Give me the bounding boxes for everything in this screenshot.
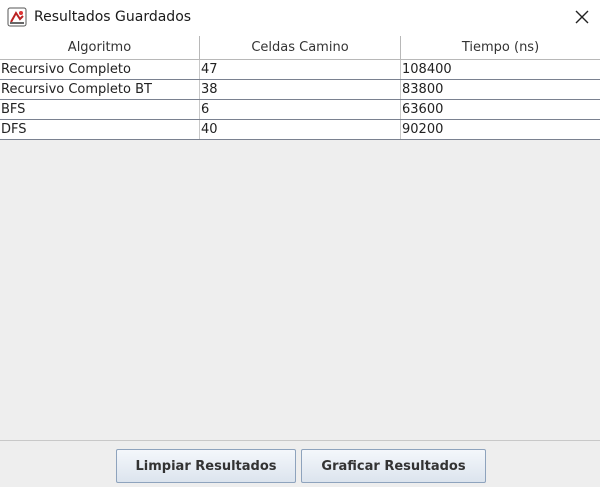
table-cell: 63600	[402, 102, 444, 117]
table-cell: 90200	[402, 122, 444, 137]
table-row[interactable]: Recursivo Completo 47 108400	[0, 60, 600, 80]
column-header-algoritmo[interactable]: Algoritmo	[0, 36, 200, 59]
table-row[interactable]: BFS 6 63600	[0, 100, 600, 120]
clear-results-button[interactable]: Limpiar Resultados	[116, 449, 296, 483]
button-panel-divider	[0, 440, 600, 441]
table-header: Algoritmo Celdas Camino Tiempo (ns)	[0, 36, 600, 60]
java-icon	[7, 7, 27, 27]
table-cell: 38	[200, 80, 401, 99]
column-header-celdas-camino[interactable]: Celdas Camino	[200, 36, 401, 59]
results-table: Algoritmo Celdas Camino Tiempo (ns) Recu…	[0, 36, 600, 140]
table-cell: BFS	[0, 100, 200, 119]
column-header-tiempo[interactable]: Tiempo (ns)	[401, 36, 600, 59]
table-cell: Recursivo Completo	[0, 60, 200, 79]
table-row[interactable]: DFS 40 90200	[0, 120, 600, 140]
table-cell: Recursivo Completo BT	[0, 80, 200, 99]
table-cell: 6	[200, 100, 401, 119]
table-cell: 47	[200, 60, 401, 79]
chart-results-button[interactable]: Graficar Resultados	[301, 449, 486, 483]
close-button[interactable]	[566, 4, 598, 32]
table-cell: 108400	[402, 62, 452, 77]
title-bar: Resultados Guardados	[0, 0, 600, 36]
table-cell: 40	[200, 120, 401, 139]
close-icon	[575, 9, 589, 28]
table-row[interactable]: Recursivo Completo BT 38 83800	[0, 80, 600, 100]
window-title: Resultados Guardados	[34, 9, 192, 25]
table-cell: 83800	[402, 82, 444, 97]
table-cell: DFS	[0, 120, 200, 139]
